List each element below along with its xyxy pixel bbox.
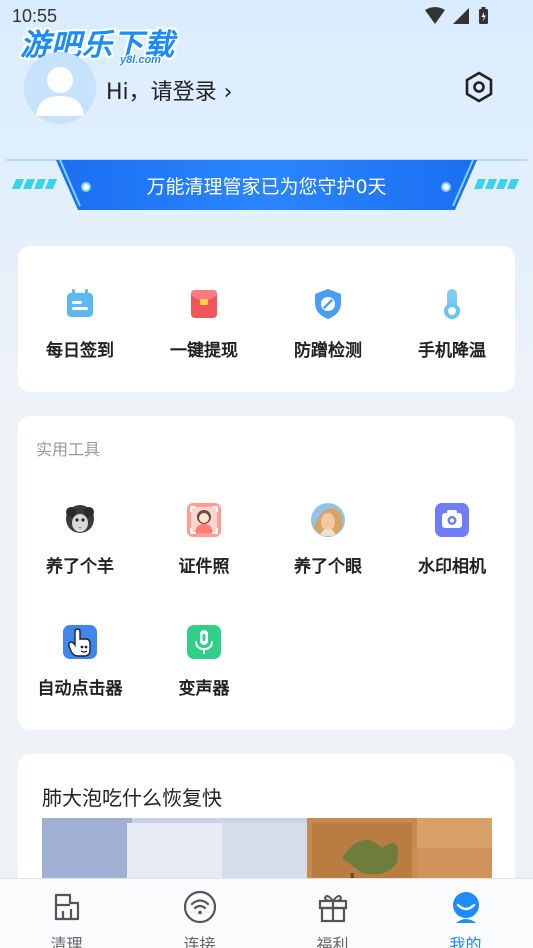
quick-action-anti-leech[interactable]: 防蹭检测 xyxy=(266,286,390,361)
wifi-signal-icon xyxy=(425,7,445,24)
quick-action-label: 防蹭检测 xyxy=(294,341,362,361)
banner-text: 万能清理管家已为您守护0天 xyxy=(146,176,387,198)
bottom-tab-bar: 清理 连接 福利 我的 xyxy=(0,878,533,948)
tab-label: 清理 xyxy=(50,935,83,948)
quick-action-withdraw[interactable]: 一键提现 xyxy=(142,286,266,361)
wifi-icon xyxy=(183,890,216,924)
avatar-placeholder-icon xyxy=(24,52,96,124)
cell-signal-icon xyxy=(453,8,469,24)
quick-action-label: 手机降温 xyxy=(418,341,486,361)
quick-actions-card: 每日签到 一键提现 防蹭检测 手机降温 xyxy=(18,246,515,392)
eye-avatar-icon xyxy=(311,503,345,537)
quick-action-label: 一键提现 xyxy=(170,341,238,361)
section-title: 实用工具 xyxy=(36,440,101,459)
quick-action-daily-checkin[interactable]: 每日签到 xyxy=(18,286,142,361)
profile-icon xyxy=(452,892,479,923)
tool-label: 水印相机 xyxy=(418,557,486,577)
quick-action-label: 每日签到 xyxy=(46,341,114,361)
tool-auto-clicker[interactable]: 自动点击器 xyxy=(18,624,142,699)
tool-label: 养了个眼 xyxy=(294,557,362,577)
sheep-icon xyxy=(66,505,94,533)
auto-clicker-icon xyxy=(63,625,97,659)
tab-connect[interactable]: 连接 xyxy=(133,879,266,948)
tool-id-photo[interactable]: 证件照 xyxy=(142,502,266,577)
login-link[interactable]: Hi，请登录 › xyxy=(106,74,232,106)
calendar-icon xyxy=(67,289,93,317)
camera-icon xyxy=(435,503,469,537)
voice-changer-icon xyxy=(187,625,221,659)
id-photo-icon xyxy=(187,503,221,537)
protection-banner: 万能清理管家已为您守护0天 xyxy=(0,148,533,224)
tab-label: 福利 xyxy=(316,935,349,948)
gift-icon xyxy=(318,895,347,923)
tab-mine[interactable]: 我的 xyxy=(399,879,532,948)
tool-sheep-game[interactable]: 养了个羊 xyxy=(18,502,142,577)
tool-voice-changer[interactable]: 变声器 xyxy=(142,624,266,699)
tool-label: 养了个羊 xyxy=(46,557,114,577)
quick-action-phone-cooling[interactable]: 手机降温 xyxy=(390,286,514,361)
red-envelope-icon xyxy=(191,290,217,318)
shield-icon xyxy=(315,289,341,319)
tab-label: 连接 xyxy=(183,935,216,948)
settings-icon[interactable] xyxy=(462,70,496,104)
thermometer-icon xyxy=(444,289,460,319)
clean-icon xyxy=(54,893,79,921)
avatar[interactable] xyxy=(24,52,96,124)
tools-card: 实用工具 养了个羊 证件照 养了个眼 水印相机 自动点击器 变声器 xyxy=(18,416,515,730)
tab-clean[interactable]: 清理 xyxy=(0,879,133,948)
tab-benefits[interactable]: 福利 xyxy=(266,879,399,948)
tool-eye-candy[interactable]: 养了个眼 xyxy=(266,502,390,577)
tool-label: 自动点击器 xyxy=(37,679,123,699)
article-title: 肺大泡吃什么恢复快 xyxy=(42,786,222,810)
status-icons xyxy=(425,7,488,24)
tool-label: 证件照 xyxy=(178,557,230,577)
tool-watermark-camera[interactable]: 水印相机 xyxy=(390,502,514,577)
profile-header: Hi，请登录 › xyxy=(24,52,504,124)
tab-label: 我的 xyxy=(449,935,482,948)
tool-label: 变声器 xyxy=(178,679,230,699)
